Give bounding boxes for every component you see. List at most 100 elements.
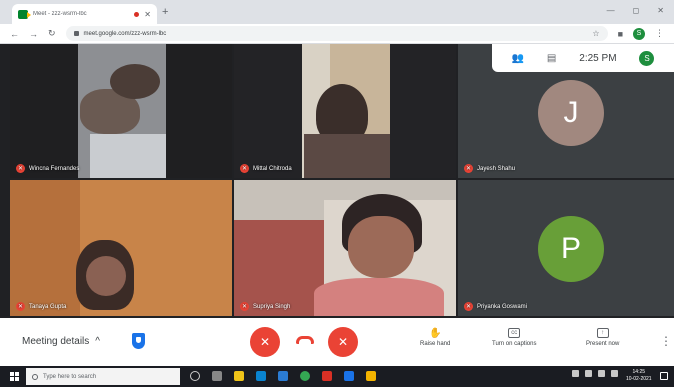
participant-name-tag: ✕ Priyanka Goswami: [464, 302, 527, 311]
camera-toggle-button[interactable]: ✕: [328, 327, 358, 357]
browser-tab-strip: Meet - zzz-wsrm-lbc ✕ + — ◻ ✕: [0, 0, 674, 24]
participant-name: Wincna Fernandes: [29, 165, 80, 172]
google-meet-icon: [18, 9, 31, 19]
meeting-details-button[interactable]: Meeting details ^: [22, 336, 100, 347]
mail-icon[interactable]: [344, 371, 354, 381]
meet-control-bar: Meeting details ^ ✕ ✕ ✋ Raise hand cc Tu…: [0, 318, 674, 366]
taskbar-clock[interactable]: 14:25 10-02-2021: [626, 369, 652, 383]
browser-profile-avatar[interactable]: S: [633, 27, 645, 40]
present-now-label: Present now: [586, 341, 620, 347]
mic-off-icon: ✕: [16, 302, 25, 311]
more-options-icon[interactable]: ⋮: [660, 334, 672, 348]
windows-taskbar: Type here to search 14:25 10-02-2021: [0, 366, 674, 387]
taskbar-time: 14:25: [632, 369, 646, 375]
tray-chevron-icon[interactable]: [572, 370, 579, 377]
recording-dot-icon: [134, 11, 140, 17]
reload-icon[interactable]: ↻: [48, 28, 56, 39]
close-window-button[interactable]: ✕: [657, 6, 664, 15]
captions-label: Turn on captions: [492, 341, 537, 347]
notification-icon[interactable]: [660, 372, 668, 380]
mic-off-icon: ✕: [240, 302, 249, 311]
shoulder-shape: [304, 134, 390, 178]
raise-hand-button[interactable]: ✋ Raise hand: [420, 327, 451, 348]
camera-off-icon: ✕: [337, 335, 349, 349]
meeting-clock: 2:25 PM: [579, 52, 617, 64]
participant-name-tag: ✕ Jayesh Shahu: [464, 164, 515, 173]
participant-tile-2[interactable]: ✕ Mittal Chitroda: [234, 44, 456, 178]
hair-shape: [110, 64, 160, 99]
self-avatar[interactable]: S: [639, 50, 655, 66]
taskbar-search-input[interactable]: Type here to search: [26, 368, 180, 385]
store-icon[interactable]: [366, 371, 376, 381]
file-explorer-icon[interactable]: [234, 371, 244, 381]
network-icon[interactable]: [585, 370, 592, 377]
meeting-details-label: Meeting details: [22, 336, 90, 347]
windows-start-icon[interactable]: [10, 372, 19, 381]
search-icon: [32, 373, 38, 380]
face-shape: [86, 256, 126, 296]
address-bar: ← → ↻ meet.google.com/zzz-wsrm-lbc ☆ ■ S…: [0, 24, 674, 44]
meet-info-panel: 👥 ▤ 2:25 PM S: [492, 44, 674, 72]
raise-hand-label: Raise hand: [420, 341, 451, 347]
back-arrow-icon[interactable]: ←: [10, 29, 19, 39]
edge-icon[interactable]: [256, 371, 266, 381]
window-controls: — ◻ ✕: [607, 6, 664, 15]
participant-tile-6[interactable]: P ✕ Priyanka Goswami: [458, 180, 674, 316]
mic-off-icon: ✕: [464, 302, 473, 311]
mic-off-icon: ✕: [240, 164, 249, 173]
shield-icon[interactable]: [132, 333, 145, 349]
minimize-button[interactable]: —: [607, 6, 615, 15]
browser-menu-icon[interactable]: ⋮: [655, 28, 664, 39]
url-input[interactable]: meet.google.com/zzz-wsrm-lbc ☆: [65, 26, 608, 41]
people-icon[interactable]: 👥: [511, 53, 523, 64]
bookmark-star-icon[interactable]: ☆: [592, 29, 599, 38]
word-icon[interactable]: [278, 371, 288, 381]
participant-tile-4[interactable]: ✕ Tanaya Gupta: [10, 180, 232, 316]
new-tab-button[interactable]: +: [162, 6, 168, 18]
participant-name-tag: ✕ Tanaya Gupta: [16, 302, 66, 311]
participant-tile-1[interactable]: ✕ Wincna Fernandes: [10, 44, 232, 178]
participant-name: Jayesh Shahu: [477, 165, 516, 172]
url-text: meet.google.com/zzz-wsrm-lbc: [83, 30, 167, 37]
hand-icon: ✋: [428, 327, 442, 339]
taskbar-date: 10-02-2021: [626, 376, 652, 382]
camera-in-use-icon[interactable]: ■: [618, 29, 623, 39]
captions-icon: cc: [508, 328, 521, 338]
participant-avatar: P: [538, 216, 604, 282]
participant-name-tag: ✕ Mittal Chitroda: [240, 164, 292, 173]
captions-button[interactable]: cc Turn on captions: [492, 328, 536, 347]
tab-title: Meet - zzz-wsrm-lbc: [33, 11, 87, 17]
cortana-icon[interactable]: [190, 371, 200, 381]
maximize-button[interactable]: ◻: [633, 6, 640, 15]
taskbar-search-placeholder: Type here to search: [43, 373, 97, 380]
chrome-icon[interactable]: [300, 371, 310, 381]
forward-arrow-icon[interactable]: →: [29, 29, 38, 39]
browser-tab-meet[interactable]: Meet - zzz-wsrm-lbc ✕: [12, 4, 157, 24]
meet-video-grid: ✕ Wincna Fernandes ✕ Mittal Chitroda J ✕…: [0, 44, 674, 318]
close-tab-icon[interactable]: ✕: [144, 10, 151, 19]
battery-icon[interactable]: [598, 370, 605, 377]
participant-name-tag: ✕ Wincna Fernandes: [16, 164, 79, 173]
system-tray: [572, 370, 618, 377]
volume-icon[interactable]: [611, 370, 618, 377]
participant-tile-5[interactable]: ✕ Supriya Singh: [234, 180, 456, 316]
hang-up-button[interactable]: [296, 336, 314, 344]
participant-name: Supriya Singh: [253, 303, 291, 310]
pillow-shape: [90, 134, 166, 178]
present-now-button[interactable]: ↑ Present now: [586, 328, 619, 347]
task-view-icon[interactable]: [212, 371, 222, 381]
participant-name-tag: ✕ Supriya Singh: [240, 302, 290, 311]
chat-icon[interactable]: ▤: [547, 53, 556, 64]
shoulder-shape: [314, 278, 444, 316]
participant-name: Mittal Chitroda: [253, 165, 292, 172]
face-shape: [348, 216, 414, 278]
participant-name: Tanaya Gupta: [29, 303, 67, 310]
present-screen-icon: ↑: [596, 328, 609, 338]
mic-off-icon: ✕: [259, 335, 271, 349]
mic-toggle-button[interactable]: ✕: [250, 327, 280, 357]
mic-off-icon: ✕: [464, 164, 473, 173]
participant-avatar: J: [538, 80, 604, 146]
lock-icon: [73, 31, 79, 36]
powerpoint-icon[interactable]: [322, 371, 332, 381]
mic-off-icon: ✕: [16, 164, 25, 173]
